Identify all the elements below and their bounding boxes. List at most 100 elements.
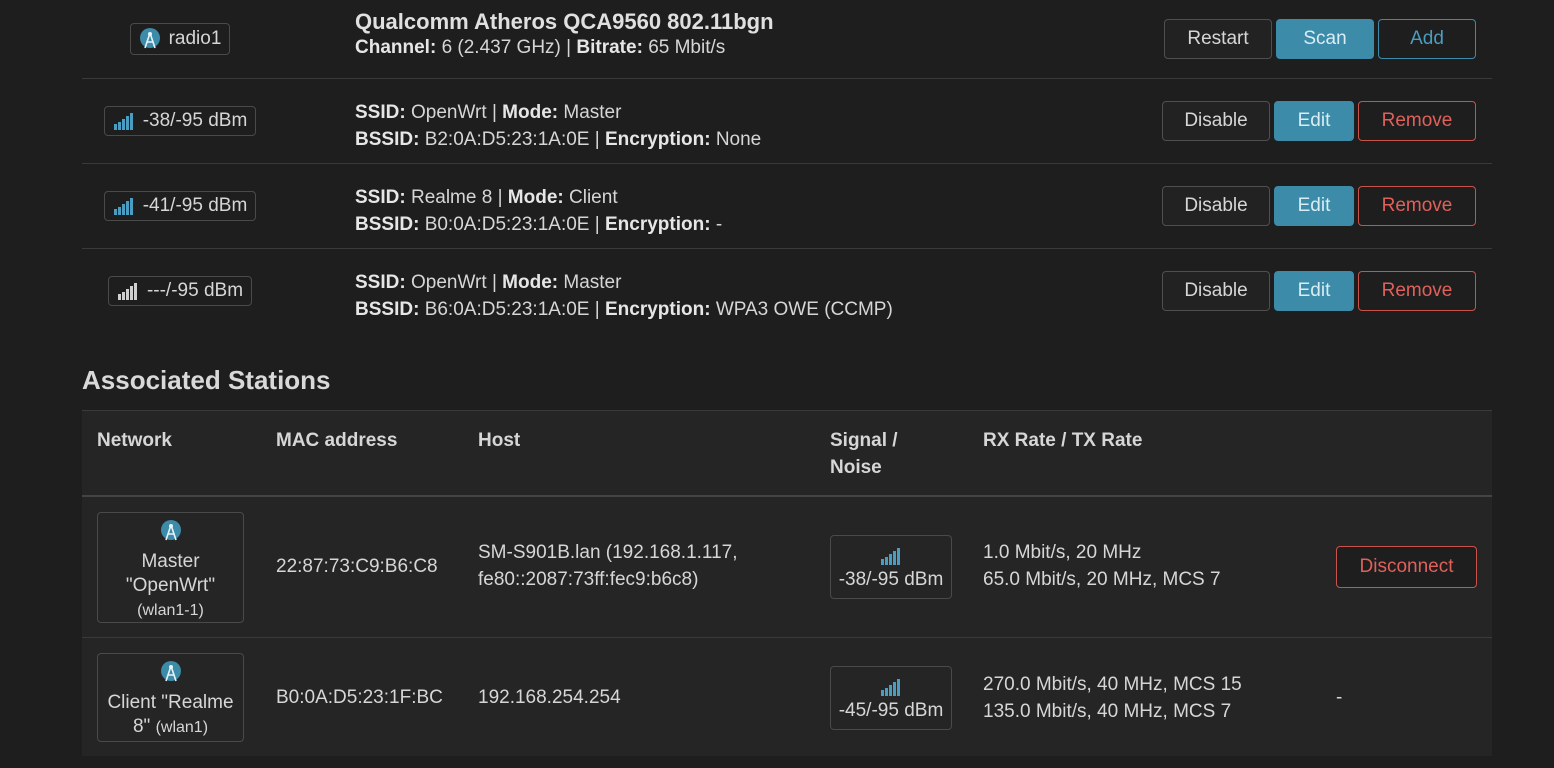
network-iface: (wlan1-1) xyxy=(137,602,204,619)
signal-bars-icon xyxy=(113,198,133,215)
mode-label: Mode: xyxy=(507,187,564,208)
rx-rate: 270.0 Mbit/s, 40 MHz, MCS 15 xyxy=(983,674,1242,695)
scan-button[interactable]: Scan xyxy=(1276,19,1374,59)
network-info: SSID: Realme 8 | Mode: Client BSSID: B0:… xyxy=(355,184,722,238)
network-badge: Client "Realme 8" (wlan1) xyxy=(97,653,244,742)
host-line1: SM-S901B.lan (192.168.1.117, xyxy=(478,542,738,563)
separator: | xyxy=(594,214,600,235)
ssid-label: SSID: xyxy=(355,272,406,293)
signal-value: -45/-95 dBm xyxy=(838,700,944,721)
signal-value: -41/-95 dBm xyxy=(142,195,248,216)
mac-address: B0:0A:D5:23:1F:BC xyxy=(276,687,443,708)
signal-bars-icon xyxy=(881,679,900,696)
signal-badge: -41/-95 dBm xyxy=(103,191,257,221)
signal-bars-icon xyxy=(113,113,133,130)
tx-rate: 65.0 Mbit/s, 20 MHz, MCS 7 xyxy=(983,569,1221,590)
radio-title: Qualcomm Atheros QCA9560 802.11bgn xyxy=(355,9,774,34)
signal-badge: ---/-95 dBm xyxy=(107,276,253,306)
encryption-label: Encryption: xyxy=(604,299,711,320)
host: 192.168.254.254 xyxy=(478,687,621,708)
separator: | xyxy=(497,187,503,208)
stations-table: Network MAC address Host Signal / Noise … xyxy=(82,410,1492,756)
signal-bars-icon xyxy=(117,283,137,300)
signal-bars-icon xyxy=(881,548,900,565)
col-signal-line2: Noise xyxy=(830,457,882,478)
network-row: -38/-95 dBm SSID: OpenWrt | Mode: Master… xyxy=(82,79,1492,164)
table-row: Client "Realme 8" (wlan1) B0:0A:D5:23:1F… xyxy=(82,638,1492,756)
col-mac: MAC address xyxy=(276,430,398,451)
rates: 270.0 Mbit/s, 40 MHz, MCS 15 135.0 Mbit/… xyxy=(983,671,1242,725)
ssid-value: Realme 8 xyxy=(410,187,493,208)
wireless-overview: radio1 Qualcomm Atheros QCA9560 802.11bg… xyxy=(82,0,1492,756)
remove-button[interactable]: Remove xyxy=(1358,186,1476,226)
network-ssid: "OpenWrt" xyxy=(125,575,216,596)
network-row: -41/-95 dBm SSID: Realme 8 | Mode: Clien… xyxy=(82,164,1492,249)
ssid-value: OpenWrt xyxy=(410,102,487,123)
separator: | xyxy=(491,272,497,293)
radio-badge-label: radio1 xyxy=(168,28,222,49)
signal-badge: -38/-95 dBm xyxy=(830,535,952,599)
encryption-value: - xyxy=(715,214,723,235)
signal-value: ---/-95 dBm xyxy=(146,280,244,301)
restart-button[interactable]: Restart xyxy=(1164,19,1272,59)
rates: 1.0 Mbit/s, 20 MHz 65.0 Mbit/s, 20 MHz, … xyxy=(983,539,1221,593)
channel-value: 6 (2.437 GHz) xyxy=(441,37,561,58)
edit-button[interactable]: Edit xyxy=(1274,101,1354,141)
host: SM-S901B.lan (192.168.1.117, fe80::2087:… xyxy=(478,539,738,593)
encryption-label: Encryption: xyxy=(604,214,711,235)
mode-value: Client xyxy=(569,187,618,208)
ssid-label: SSID: xyxy=(355,187,406,208)
disable-button[interactable]: Disable xyxy=(1162,101,1270,141)
wifi-radio-icon xyxy=(139,28,160,49)
network-info: SSID: OpenWrt | Mode: Master BSSID: B6:0… xyxy=(355,269,893,323)
network-iface: (wlan1) xyxy=(155,719,209,736)
disable-button[interactable]: Disable xyxy=(1162,271,1270,311)
signal-value: -38/-95 dBm xyxy=(142,110,248,131)
bssid-label: BSSID: xyxy=(355,214,420,235)
signal-badge: -45/-95 dBm xyxy=(830,666,952,730)
disable-button[interactable]: Disable xyxy=(1162,186,1270,226)
col-rate: RX Rate / TX Rate xyxy=(983,430,1143,451)
radio-info: Qualcomm Atheros QCA9560 802.11bgn Chann… xyxy=(355,10,774,61)
separator: | xyxy=(491,102,497,123)
mode-value: Master xyxy=(563,272,622,293)
remove-button[interactable]: Remove xyxy=(1358,101,1476,141)
mode-label: Mode: xyxy=(502,102,559,123)
add-button[interactable]: Add xyxy=(1378,19,1476,59)
separator: | xyxy=(594,129,600,150)
network-mode: Master xyxy=(141,551,200,572)
encryption-label: Encryption: xyxy=(604,129,711,150)
col-network: Network xyxy=(97,430,172,451)
signal-badge: -38/-95 dBm xyxy=(103,106,257,136)
network-ssid: 8" xyxy=(132,716,151,737)
bitrate-label: Bitrate: xyxy=(576,37,643,58)
network-info: SSID: OpenWrt | Mode: Master BSSID: B2:0… xyxy=(355,99,761,153)
ssid-label: SSID: xyxy=(355,102,406,123)
bssid-label: BSSID: xyxy=(355,299,420,320)
encryption-value: None xyxy=(715,129,762,150)
bssid-value: B2:0A:D5:23:1A:0E xyxy=(424,129,590,150)
col-signal: Signal / Noise xyxy=(830,427,898,481)
section-title: Associated Stations xyxy=(82,365,331,395)
bssid-label: BSSID: xyxy=(355,129,420,150)
disconnect-button[interactable]: Disconnect xyxy=(1336,546,1477,588)
separator: | xyxy=(566,37,572,58)
network-badge: Master "OpenWrt" (wlan1-1) xyxy=(97,512,244,623)
signal-value: -38/-95 dBm xyxy=(838,569,944,590)
channel-label: Channel: xyxy=(355,37,437,58)
radio-badge: radio1 xyxy=(129,23,231,55)
rx-rate: 1.0 Mbit/s, 20 MHz xyxy=(983,542,1142,563)
network-row: ---/-95 dBm SSID: OpenWrt | Mode: Master… xyxy=(82,249,1492,333)
table-header: Network MAC address Host Signal / Noise … xyxy=(82,410,1492,497)
edit-button[interactable]: Edit xyxy=(1274,186,1354,226)
tx-rate: 135.0 Mbit/s, 40 MHz, MCS 7 xyxy=(983,701,1232,722)
remove-button[interactable]: Remove xyxy=(1358,271,1476,311)
bssid-value: B6:0A:D5:23:1A:0E xyxy=(424,299,590,320)
bitrate-value: 65 Mbit/s xyxy=(648,37,726,58)
mode-value: Master xyxy=(563,102,622,123)
mac-address: 22:87:73:C9:B6:C8 xyxy=(276,556,438,577)
wifi-radio-icon xyxy=(160,661,181,682)
separator: | xyxy=(594,299,600,320)
edit-button[interactable]: Edit xyxy=(1274,271,1354,311)
wifi-radio-icon xyxy=(160,520,181,541)
